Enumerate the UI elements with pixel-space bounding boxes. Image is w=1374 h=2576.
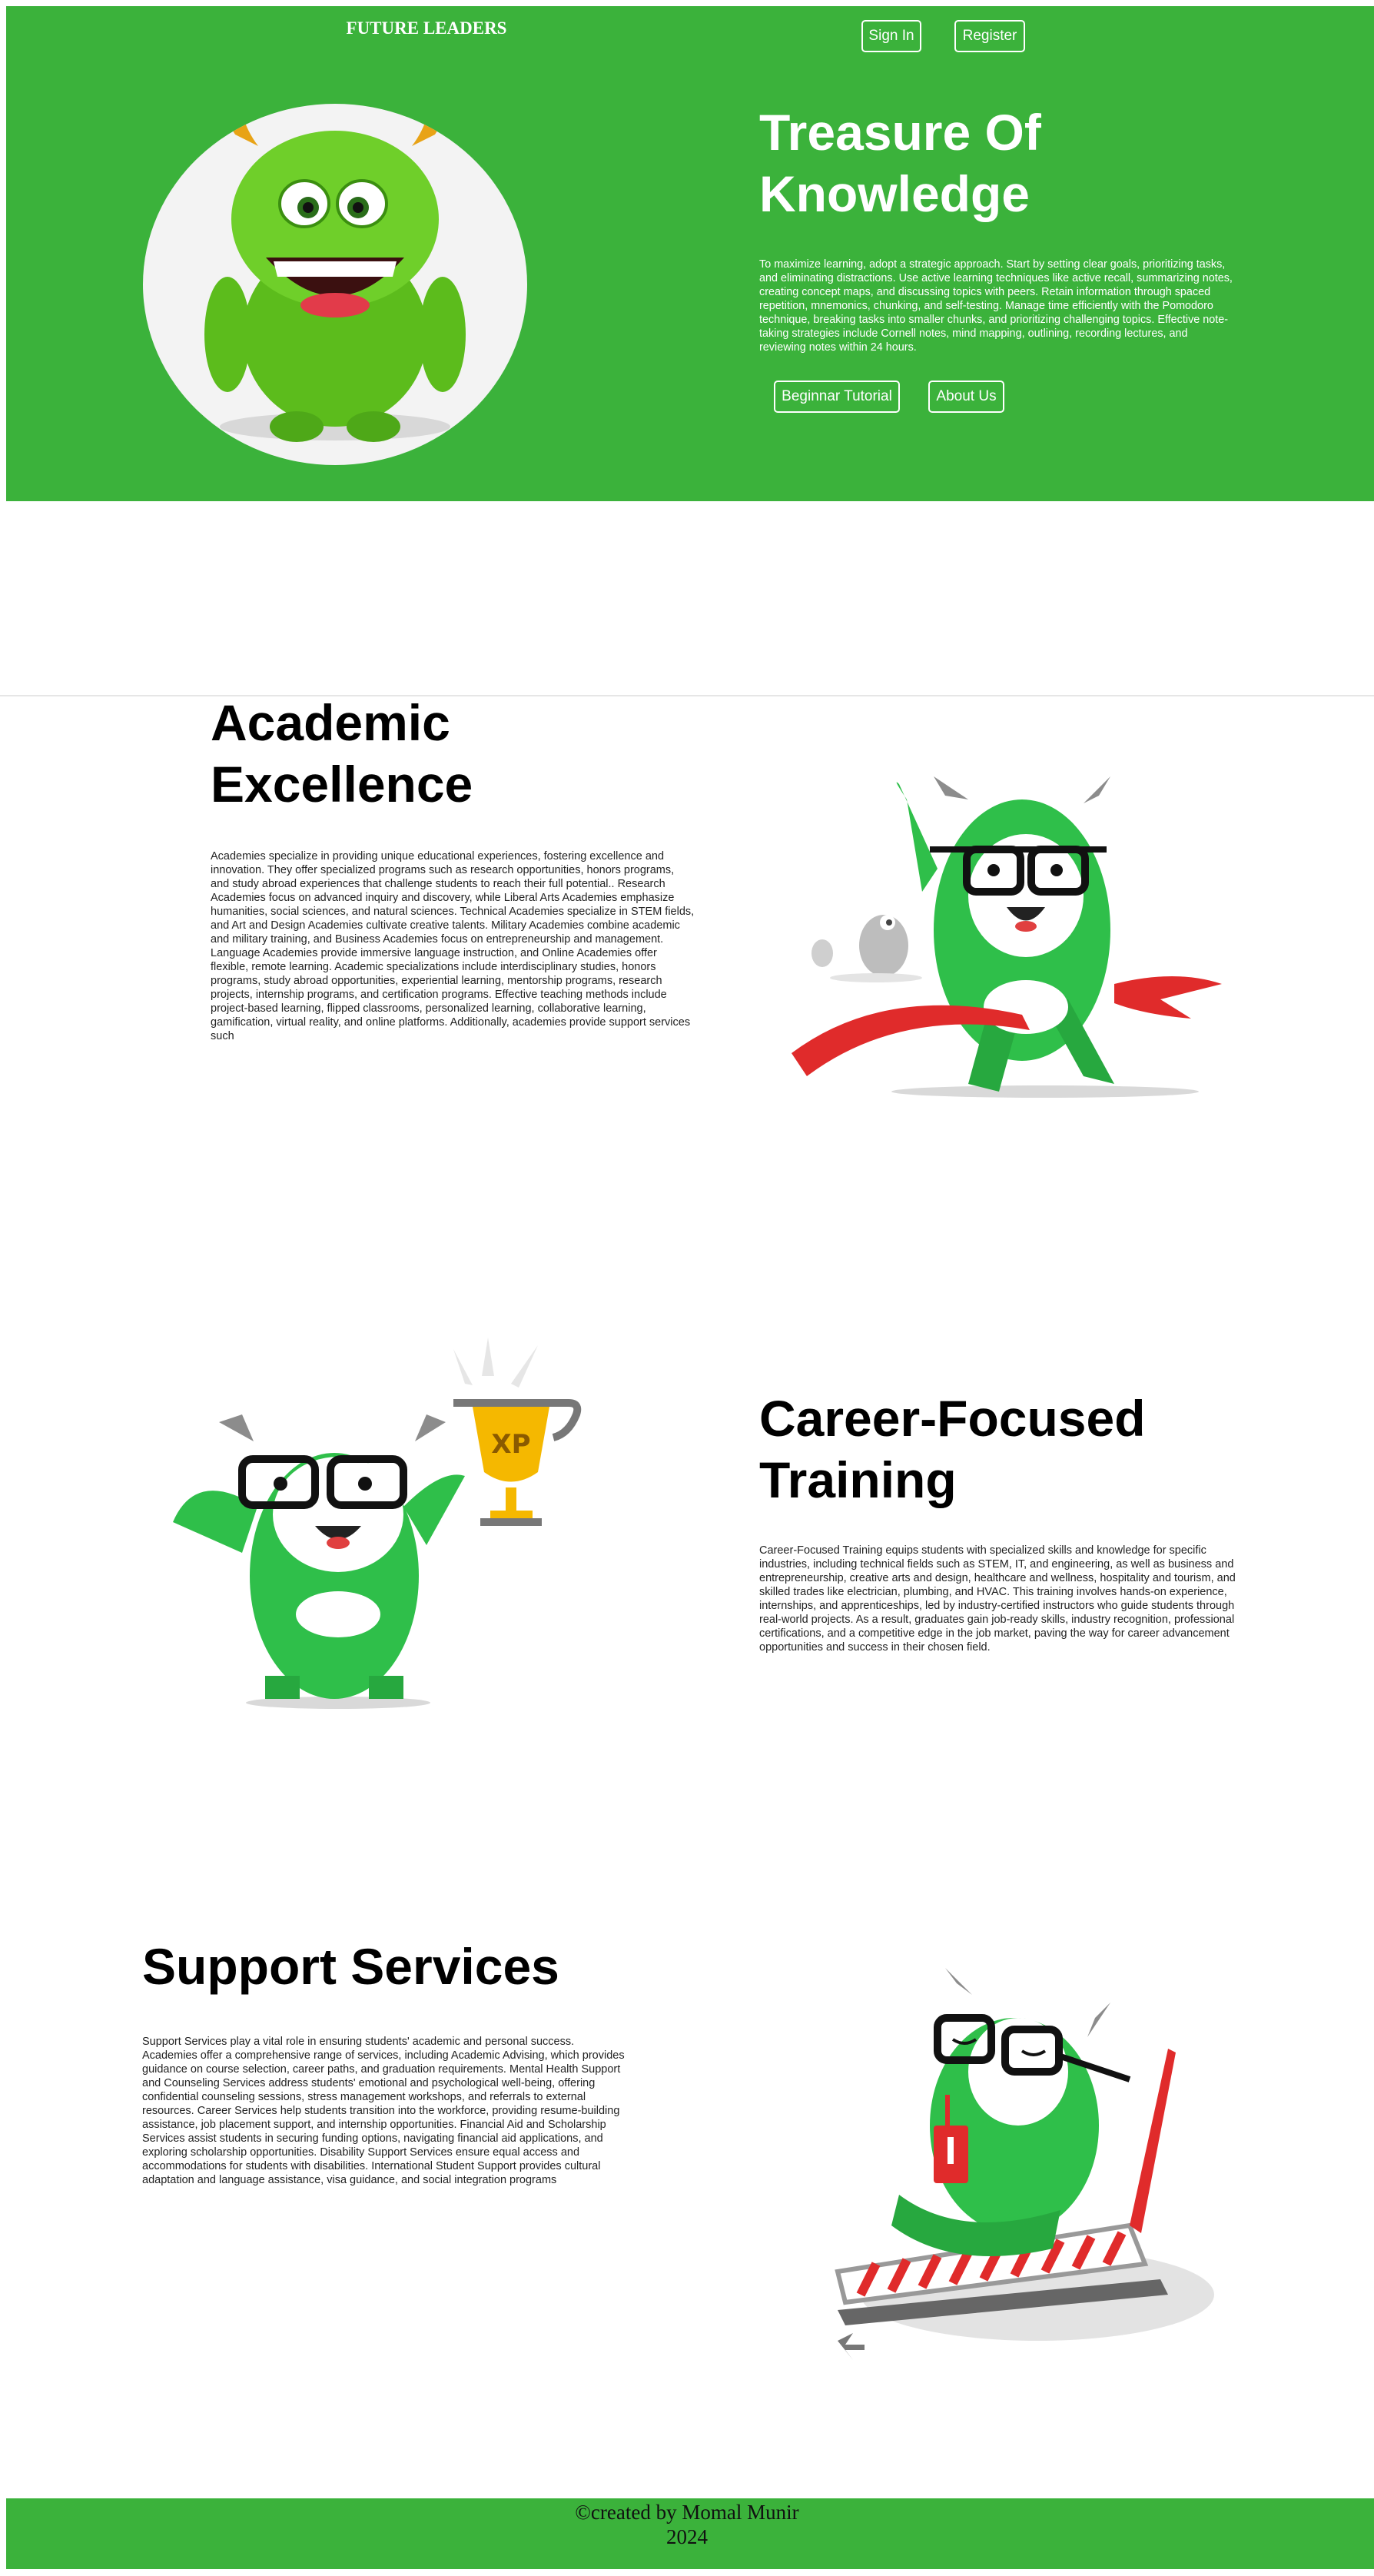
footer-credit: ©created by Momal Munir 2024 [0,2498,1374,2549]
brand-logo-text[interactable]: FUTURE LEADERS [0,18,853,38]
fluffy-monster-illustration [204,115,466,442]
academic-excellence-text: Academies specialize in providing unique… [211,850,695,1042]
beginner-tutorial-button[interactable]: Beginnar Tutorial [774,381,900,413]
sign-in-button[interactable]: Sign In [861,20,921,52]
hero-title: Treasure Of Knowledge [759,104,1041,222]
section-divider [0,695,1374,696]
hero-description: To maximize learning, adopt a strategic … [759,258,1233,354]
support-services-text: Support Services play a vital role in en… [142,2036,625,2186]
career-training-text: Career-Focused Training equips students … [759,1544,1236,1654]
trophy-xp-label: XP [491,1429,530,1460]
career-training-title: Career-Focused Training [759,1390,1146,1508]
about-us-button[interactable]: About Us [928,381,1004,413]
trophy-monster-illustration: XP [173,1338,582,1709]
running-monster-illustration [792,776,1222,1098]
register-button[interactable]: Register [954,20,1025,52]
relaxing-monster-illustration [835,1968,1214,2360]
support-services-title: Support Services [142,1938,559,1995]
hero-mascot-image [143,104,527,465]
footer-credit-text: ©created by Momal Munir 2024 [575,2501,799,2548]
academic-excellence-title: Academic Excellence [211,694,473,813]
